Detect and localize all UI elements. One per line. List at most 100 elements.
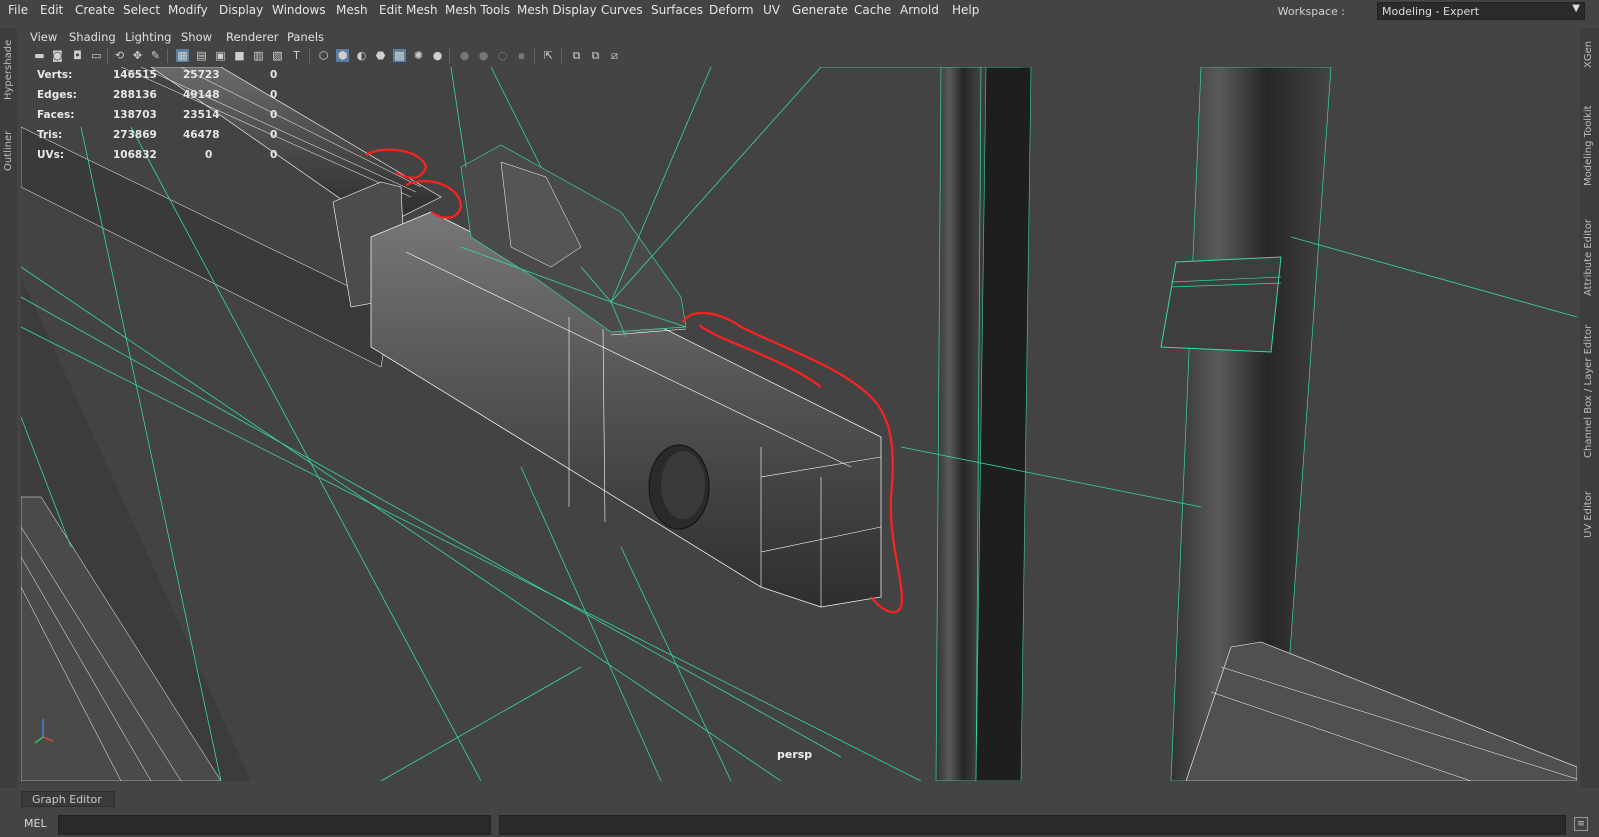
hud-selected: 23514 — [183, 109, 220, 121]
main-menubar: File Edit Create Select Modify Display W… — [0, 0, 1599, 20]
anti-aliasing-icon[interactable]: ○ — [496, 49, 509, 62]
toolbar-separator — [107, 49, 108, 63]
tab-outliner[interactable]: Outliner — [3, 131, 14, 171]
shadows-icon[interactable]: ● — [431, 49, 444, 62]
tab-xgen[interactable]: XGen — [1583, 41, 1594, 68]
toolbar-separator — [534, 49, 535, 63]
hud-total: 146515 — [113, 69, 157, 81]
snap-icon[interactable]: ✥ — [131, 49, 144, 62]
resolution-gate-icon[interactable]: ▣ — [214, 49, 227, 62]
xray-active-icon[interactable]: ⧉ — [589, 49, 602, 62]
hud-extra: 0 — [270, 109, 278, 121]
depth-of-field-icon[interactable]: ▪ — [515, 49, 528, 62]
paint-icon[interactable]: ✎ — [149, 49, 162, 62]
xray-joints-icon[interactable]: ⧉ — [570, 49, 583, 62]
tab-uv-editor[interactable]: UV Editor — [1583, 491, 1594, 538]
field-chart-icon[interactable]: ▥ — [252, 49, 265, 62]
menu-edit-mesh[interactable]: Edit Mesh — [379, 3, 438, 17]
command-output — [499, 815, 1566, 835]
hud-selected: 0 — [205, 149, 213, 161]
toolbar-separator — [167, 49, 168, 63]
menu-help[interactable]: Help — [952, 3, 979, 17]
xray-icon[interactable]: ▩ — [393, 49, 406, 62]
toolbar-separator — [449, 49, 450, 63]
tab-modeling-toolkit[interactable]: Modeling Toolkit — [1583, 105, 1594, 186]
hud-label: Edges: — [37, 89, 77, 101]
panel-menu-show[interactable]: Show — [181, 30, 212, 44]
film-gate-icon[interactable]: ▤ — [195, 49, 208, 62]
default-material-icon[interactable]: ◐ — [355, 49, 368, 62]
isolate-select-icon[interactable]: ⇱ — [542, 49, 555, 62]
center-pole-mesh — [935, 67, 982, 781]
hud-extra: 0 — [270, 89, 278, 101]
camera-select-icon[interactable]: ▬ — [33, 49, 46, 62]
hud-total: 273869 — [113, 129, 157, 141]
panel-menu-lighting[interactable]: Lighting — [125, 30, 171, 44]
panel-menu-renderer[interactable]: Renderer — [226, 30, 279, 44]
image-plane-icon[interactable]: ▭ — [90, 49, 103, 62]
command-line: MEL ≡ — [0, 813, 1599, 837]
grid-icon[interactable]: ▦ — [176, 49, 189, 62]
menu-edit[interactable]: Edit — [40, 3, 63, 17]
panel-menu-shading[interactable]: Shading — [69, 30, 116, 44]
hud-total: 138703 — [113, 109, 157, 121]
menu-cache[interactable]: Cache — [854, 3, 891, 17]
workspace-value: Modeling - Expert — [1382, 5, 1480, 18]
menu-curves[interactable]: Curves — [601, 3, 643, 17]
toolbar-separator — [309, 49, 310, 63]
menu-deform[interactable]: Deform — [709, 3, 754, 17]
hud-extra: 0 — [270, 129, 278, 141]
right-side-tabs: XGen Modeling Toolkit Attribute Editor C… — [1580, 28, 1599, 788]
hud-label: Faces: — [37, 109, 75, 121]
menu-modify[interactable]: Modify — [168, 3, 208, 17]
menu-create[interactable]: Create — [75, 3, 115, 17]
tab-hypershade[interactable]: Hypershade — [3, 40, 14, 100]
hud-label: UVs: — [37, 149, 65, 161]
menu-mesh[interactable]: Mesh — [336, 3, 368, 17]
command-input[interactable] — [58, 815, 491, 835]
menu-surfaces[interactable]: Surfaces — [651, 3, 703, 17]
menu-uv[interactable]: UV — [763, 3, 780, 17]
menu-display[interactable]: Display — [219, 3, 263, 17]
menu-mesh-display[interactable]: Mesh Display — [517, 3, 597, 17]
gate-mask-icon[interactable]: ■ — [233, 49, 246, 62]
motion-blur-icon[interactable]: ● — [477, 49, 490, 62]
panel-menubar: View Shading Lighting Show Renderer Pane… — [21, 28, 1577, 46]
3d-viewport[interactable]: Verts: 146515 25723 0 Edges: 288136 4914… — [21, 67, 1577, 781]
menu-mesh-tools[interactable]: Mesh Tools — [445, 3, 510, 17]
tab-graph-editor-label: Graph Editor — [32, 793, 102, 806]
panel-menu-panels[interactable]: Panels — [287, 30, 324, 44]
tab-channel-box[interactable]: Channel Box / Layer Editor — [1583, 325, 1594, 458]
bookmark-icon[interactable]: ◘ — [71, 49, 84, 62]
wireframe-icon[interactable]: ⬡ — [317, 49, 330, 62]
tab-graph-editor[interactable]: Graph Editor — [21, 791, 115, 807]
safe-action-icon[interactable]: ▧ — [271, 49, 284, 62]
menu-select[interactable]: Select — [123, 3, 160, 17]
menu-windows[interactable]: Windows — [272, 3, 326, 17]
hud-total: 288136 — [113, 89, 157, 101]
workspace-dropdown[interactable]: Modeling - Expert ▼ — [1377, 2, 1585, 20]
tab-attribute-editor[interactable]: Attribute Editor — [1583, 219, 1594, 296]
viewport-scene — [21, 67, 1577, 781]
script-editor-icon[interactable]: ≡ — [1574, 817, 1588, 831]
safe-title-icon[interactable]: T — [290, 49, 303, 62]
panel-menu-view[interactable]: View — [30, 30, 57, 44]
chevron-down-icon: ▼ — [1572, 3, 1580, 14]
hud-label: Verts: — [37, 69, 73, 81]
toolbar-separator — [561, 49, 562, 63]
hud-total: 106832 — [113, 149, 157, 161]
menu-file[interactable]: File — [8, 3, 28, 17]
texture-icon[interactable]: ⧄ — [608, 49, 621, 62]
smooth-shade-icon[interactable]: ⬢ — [336, 49, 349, 62]
wireframe-on-shaded-icon[interactable]: ⬣ — [374, 49, 387, 62]
ambient-occlusion-icon[interactable]: ● — [458, 49, 471, 62]
lights-icon[interactable]: ✺ — [412, 49, 425, 62]
camera-attributes-icon[interactable]: ◙ — [51, 49, 64, 62]
mel-mode-button[interactable]: MEL — [24, 817, 47, 830]
pivot-icon[interactable]: ⟲ — [113, 49, 126, 62]
menu-arnold[interactable]: Arnold — [900, 3, 939, 17]
panel-toolbar: ▬ ◙ ◘ ▭ ⟲ ✥ ✎ ▦ ▤ ▣ ■ ▥ ▧ T ⬡ ⬢ ◐ ⬣ ▩ ✺ … — [21, 47, 1577, 65]
hud-selected: 25723 — [183, 69, 220, 81]
left-side-tabs: Hypershade Outliner — [0, 28, 17, 788]
menu-generate[interactable]: Generate — [792, 3, 848, 17]
